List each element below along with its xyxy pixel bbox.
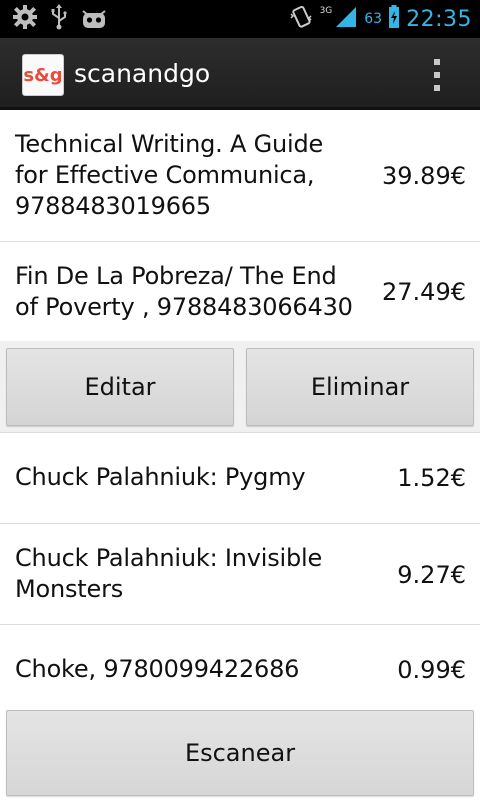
overflow-menu-icon[interactable]	[430, 56, 444, 94]
gear-icon	[12, 4, 38, 34]
item-price: 39.89€	[382, 162, 466, 190]
item-price: 1.52€	[397, 464, 466, 492]
android-icon	[80, 5, 108, 33]
item-title-line: Monsters	[15, 575, 124, 603]
battery-icon	[388, 4, 400, 34]
app-title: scanandgo	[74, 59, 211, 88]
item-title: Fin De La Pobreza/ The End of Poverty , …	[15, 261, 353, 323]
vibrate-icon	[288, 4, 314, 34]
item-action-strip: Editar Eliminar	[0, 341, 480, 433]
delete-button[interactable]: Eliminar	[246, 348, 474, 426]
item-price: 27.49€	[382, 278, 466, 306]
item-title: Choke, 9780099422686	[15, 655, 300, 683]
list-item[interactable]: Technical Writing. A Guide for Effective…	[0, 110, 480, 242]
clock: 22:35	[406, 6, 472, 32]
app-icon[interactable]: s&g	[22, 54, 64, 96]
list-item[interactable]: Chuck Palahniuk: Invisible Monsters 9.27…	[0, 524, 480, 625]
usb-icon	[50, 4, 68, 34]
battery-percent: 63	[364, 11, 383, 27]
item-title-line: of Poverty , 9788483066430	[15, 293, 353, 321]
item-title: Chuck Palahniuk: Invisible Monsters	[15, 543, 322, 605]
list-item[interactable]: Chuck Palahniuk: Pygmy 1.52€	[0, 433, 480, 524]
list-item[interactable]: Fin De La Pobreza/ The End of Poverty , …	[0, 242, 480, 342]
item-title-line: Fin De La Pobreza/ The End	[15, 262, 337, 290]
item-title-line: for Effective Communica,	[15, 161, 315, 189]
status-right-icons: 3G 63 22:35	[288, 4, 472, 34]
signal-icon	[334, 5, 358, 33]
item-title: Technical Writing. A Guide for Effective…	[15, 129, 323, 222]
status-left-icons	[12, 4, 108, 34]
edit-button[interactable]: Editar	[6, 348, 234, 426]
item-price: 9.27€	[397, 561, 466, 589]
status-bar: 3G 63 22:35	[0, 0, 480, 38]
scan-button[interactable]: Escanear	[6, 710, 474, 796]
item-title: Chuck Palahniuk: Pygmy	[15, 463, 306, 491]
action-bar: s&g scanandgo	[0, 38, 480, 110]
list-item[interactable]: Choke, 9780099422686 0.99€	[0, 625, 480, 707]
item-title-line: 9788483019665	[15, 192, 211, 220]
item-title-line: Chuck Palahniuk: Invisible	[15, 544, 323, 572]
network-type: 3G	[319, 6, 333, 16]
item-title-line: Technical Writing. A Guide	[15, 130, 324, 158]
item-price: 0.99€	[397, 656, 466, 684]
